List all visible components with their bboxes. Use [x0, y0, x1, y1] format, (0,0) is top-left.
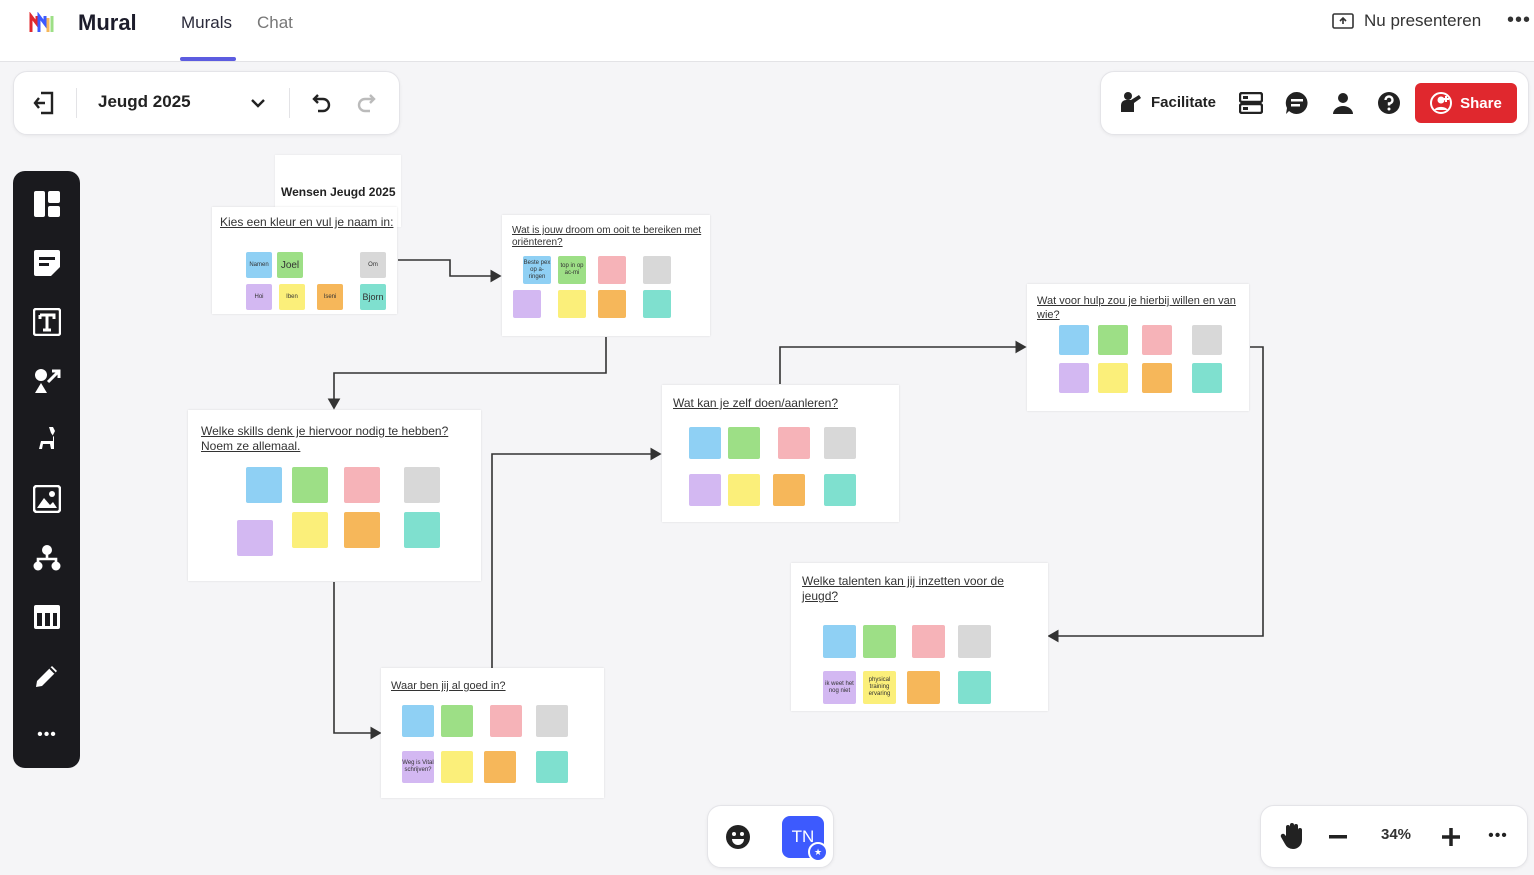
arrow-1	[398, 259, 502, 283]
sticky-note[interactable]	[912, 625, 945, 658]
sticky-note[interactable]	[1192, 363, 1222, 393]
sticky-note[interactable]: Om	[360, 252, 386, 278]
sticky-note[interactable]	[643, 290, 671, 318]
sticky-note[interactable]	[598, 290, 626, 318]
sticky-note[interactable]	[958, 671, 991, 704]
sticky-note[interactable]: Joel	[277, 252, 303, 278]
arrow-5	[779, 340, 1027, 384]
sticky-note[interactable]: ik weet het nog niet	[823, 671, 856, 704]
arrow-2	[327, 337, 607, 410]
sticky-note[interactable]	[441, 705, 473, 737]
frame-hulp[interactable]: Wat voor hulp zou je hierbij willen en v…	[1027, 284, 1249, 411]
sticky-note[interactable]: Namen	[246, 252, 272, 278]
avatar[interactable]: TN ★	[782, 816, 828, 862]
sticky-note[interactable]	[292, 512, 328, 548]
sticky-note[interactable]	[689, 427, 721, 459]
sticky-note[interactable]	[536, 705, 568, 737]
sticky-note[interactable]	[513, 290, 541, 318]
sticky-note[interactable]	[558, 290, 586, 318]
sticky-note[interactable]	[824, 427, 856, 459]
sticky-note[interactable]: Iseni	[317, 284, 343, 310]
frame-goed-in[interactable]: Waar ben jij al goed in? Weg is Vital sc…	[381, 668, 604, 798]
emoji-reaction-icon[interactable]	[725, 824, 751, 850]
sticky-note[interactable]	[1142, 363, 1172, 393]
sticky-note[interactable]	[237, 520, 273, 556]
zoom-out-icon[interactable]	[1327, 826, 1349, 848]
sticky-note[interactable]: Weg is Vital schrijven?	[402, 751, 434, 783]
sticky-note[interactable]	[1059, 325, 1089, 355]
frame-title: Welke talenten kan jij inzetten voor de …	[802, 574, 1004, 603]
sticky-note[interactable]	[344, 467, 380, 503]
sticky-note[interactable]	[689, 474, 721, 506]
sticky-note[interactable]	[1098, 363, 1128, 393]
frame-title: Waar ben jij al goed in?	[391, 680, 506, 692]
sticky-note[interactable]	[1192, 325, 1222, 355]
frame-title: Kies een kleur en vul je naam in:	[220, 215, 394, 229]
sticky-note[interactable]	[778, 427, 810, 459]
sticky-note[interactable]	[1098, 325, 1128, 355]
frame-title: Wat kan je zelf doen/aanleren?	[673, 396, 838, 410]
frame-zelf-doen[interactable]: Wat kan je zelf doen/aanleren?	[662, 385, 899, 522]
arrow-3	[333, 582, 382, 740]
sticky-note[interactable]	[823, 625, 856, 658]
zoom-in-icon[interactable]	[1440, 826, 1462, 848]
sticky-note[interactable]	[824, 474, 856, 506]
sticky-note[interactable]	[907, 671, 940, 704]
frame-skills[interactable]: Welke skills denk je hiervoor nodig te h…	[188, 410, 481, 581]
star-icon: ★	[808, 842, 828, 862]
sticky-note[interactable]	[958, 625, 991, 658]
sticky-note[interactable]: Hoi	[246, 284, 272, 310]
zoom-level[interactable]: 34%	[1381, 826, 1411, 843]
sticky-note[interactable]	[292, 467, 328, 503]
sticky-note[interactable]	[1059, 363, 1089, 393]
zoom-panel: 34% •••	[1260, 805, 1528, 868]
sticky-note[interactable]	[773, 474, 805, 506]
sticky-note[interactable]	[536, 751, 568, 783]
sticky-note[interactable]: Beste pex op a-ringen	[523, 256, 551, 284]
reactions-panel: TN ★	[707, 805, 834, 868]
sticky-note[interactable]: physical training ervaring	[863, 671, 896, 704]
sticky-note[interactable]	[404, 467, 440, 503]
frame-title: Wat voor hulp zou je hierbij willen en v…	[1037, 295, 1236, 321]
frame-title: Wat is jouw droom om ooit te bereiken me…	[512, 225, 702, 248]
zoom-more-icon[interactable]: •••	[1483, 824, 1513, 848]
sticky-note[interactable]	[728, 427, 760, 459]
sticky-note[interactable]	[404, 512, 440, 548]
frame-kies-kleur[interactable]: Kies een kleur en vul je naam in: Namen …	[212, 207, 397, 314]
sticky-note[interactable]: Bjorn	[360, 284, 386, 310]
sticky-note[interactable]	[643, 256, 671, 284]
sticky-note[interactable]	[246, 467, 282, 503]
sticky-note[interactable]	[402, 705, 434, 737]
sticky-note[interactable]	[728, 474, 760, 506]
sticky-note[interactable]	[598, 256, 626, 284]
sticky-note[interactable]	[863, 625, 896, 658]
sticky-note[interactable]: Iben	[279, 284, 305, 310]
sticky-note[interactable]	[490, 705, 522, 737]
sticky-note[interactable]	[1142, 325, 1172, 355]
sticky-note[interactable]	[344, 512, 380, 548]
sticky-note[interactable]	[441, 751, 473, 783]
sticky-note[interactable]: top in op ac-mi	[558, 256, 586, 284]
frame-title: Welke skills denk je hiervoor nodig te h…	[201, 424, 449, 453]
sticky-note[interactable]	[484, 751, 516, 783]
arrow-4	[491, 447, 662, 668]
frame-talenten[interactable]: Welke talenten kan jij inzetten voor de …	[791, 563, 1048, 711]
frame-droom[interactable]: Wat is jouw droom om ooit te bereiken me…	[502, 215, 710, 336]
board-label: Wensen Jeugd 2025	[281, 185, 396, 199]
hand-pan-icon[interactable]	[1279, 822, 1307, 850]
